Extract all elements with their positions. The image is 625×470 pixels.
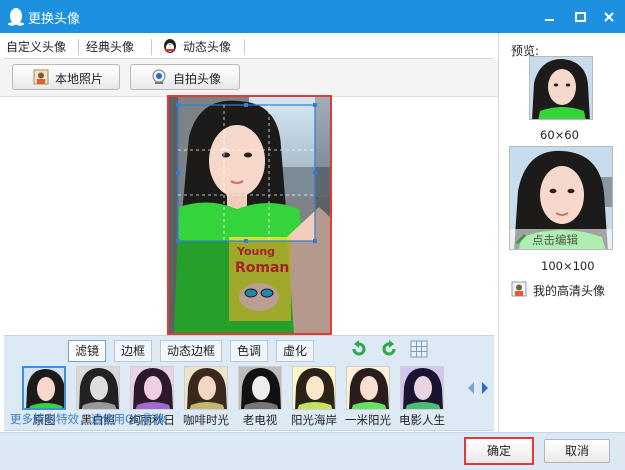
filter-thumbnail-label: 咖啡时光 [183, 413, 229, 427]
hd-avatar-icon [511, 281, 527, 297]
photo-icon [33, 69, 49, 85]
crop-canvas[interactable]: Young Roman [167, 95, 332, 335]
scroll-left-icon[interactable] [466, 381, 476, 395]
filter-thumbnail-label: 电影人生 [399, 413, 445, 427]
tab-divider [151, 39, 152, 55]
selfie-button[interactable]: 自拍头像 [130, 64, 240, 90]
tab-divider [78, 39, 79, 55]
preview-60-label: 60×60 [540, 128, 579, 142]
edit-label: 点击编辑 [532, 233, 578, 247]
filter-thumbnail-label: 阳光海岸 [291, 413, 337, 427]
filter-thumbnail[interactable] [76, 366, 120, 410]
rotate-left-icon[interactable] [350, 340, 368, 358]
rotate-right-icon[interactable] [380, 340, 398, 358]
tab-divider [244, 39, 245, 55]
filter-thumbnail[interactable] [400, 366, 444, 410]
filter-preview-image [24, 368, 64, 408]
filter-preview-image [293, 367, 335, 409]
qq-image-hint-link[interactable]: 更多精彩特效，请使用QQ影像 [10, 411, 166, 427]
preview-100[interactable]: 点击编辑 [509, 146, 613, 250]
filter-preview-image [347, 367, 389, 409]
local-photo-label: 本地照片 [55, 72, 104, 86]
filter-thumbnail[interactable] [22, 366, 66, 410]
preview-60 [529, 56, 593, 120]
tab-tone[interactable]: 色调 [230, 340, 269, 362]
hd-avatar-label: 我的高清头像 [533, 284, 606, 298]
maximize-icon[interactable] [570, 7, 590, 27]
filter-preview-image [77, 367, 119, 409]
filter-thumbnail[interactable] [130, 366, 174, 410]
cancel-button[interactable]: 取消 [544, 439, 610, 463]
local-photo-button[interactable]: 本地照片 [12, 64, 120, 90]
camera-icon [152, 69, 166, 84]
filter-thumbnail-label: 老电视 [242, 413, 278, 427]
filter-thumbnail[interactable] [184, 366, 228, 410]
selfie-label: 自拍头像 [173, 72, 222, 86]
filter-thumbnail[interactable] [346, 366, 390, 410]
window-title: 更换头像 [28, 12, 81, 27]
ok-button[interactable]: 确定 [464, 437, 534, 465]
pencil-icon [516, 234, 526, 244]
edit-bar[interactable]: 点击编辑 [510, 229, 612, 249]
tab-dynamic-frame[interactable]: 动态边框 [160, 340, 223, 362]
photo-image: Young Roman [169, 97, 330, 333]
filter-preview-image [401, 367, 443, 409]
filter-thumbnail-label: 一米阳光 [345, 413, 391, 427]
preview-100-label: 100×100 [541, 259, 595, 273]
avatar-small-image [530, 57, 592, 119]
tab-classic-avatar[interactable]: 经典头像 [86, 38, 134, 55]
tab-custom-avatar[interactable]: 自定义头像 [6, 38, 66, 55]
filter-preview-image [185, 367, 227, 409]
qq-penguin-icon [8, 8, 24, 26]
filter-thumbnail[interactable] [238, 366, 282, 410]
minimize-icon[interactable] [539, 7, 559, 27]
close-icon[interactable] [599, 7, 619, 27]
filter-preview-image [131, 367, 173, 409]
tab-dynamic-avatar[interactable]: 动态头像 [183, 38, 231, 55]
penguin-icon [164, 39, 176, 53]
title-bar: 更换头像 [0, 0, 625, 33]
tab-blur[interactable]: 虚化 [276, 340, 315, 362]
filter-preview-image [239, 367, 281, 409]
tab-frame[interactable]: 边框 [114, 340, 153, 362]
scroll-right-icon[interactable] [480, 381, 490, 395]
tab-filter[interactable]: 滤镜 [68, 340, 107, 362]
grid-icon[interactable] [410, 340, 428, 358]
filter-thumbnail[interactable] [292, 366, 336, 410]
